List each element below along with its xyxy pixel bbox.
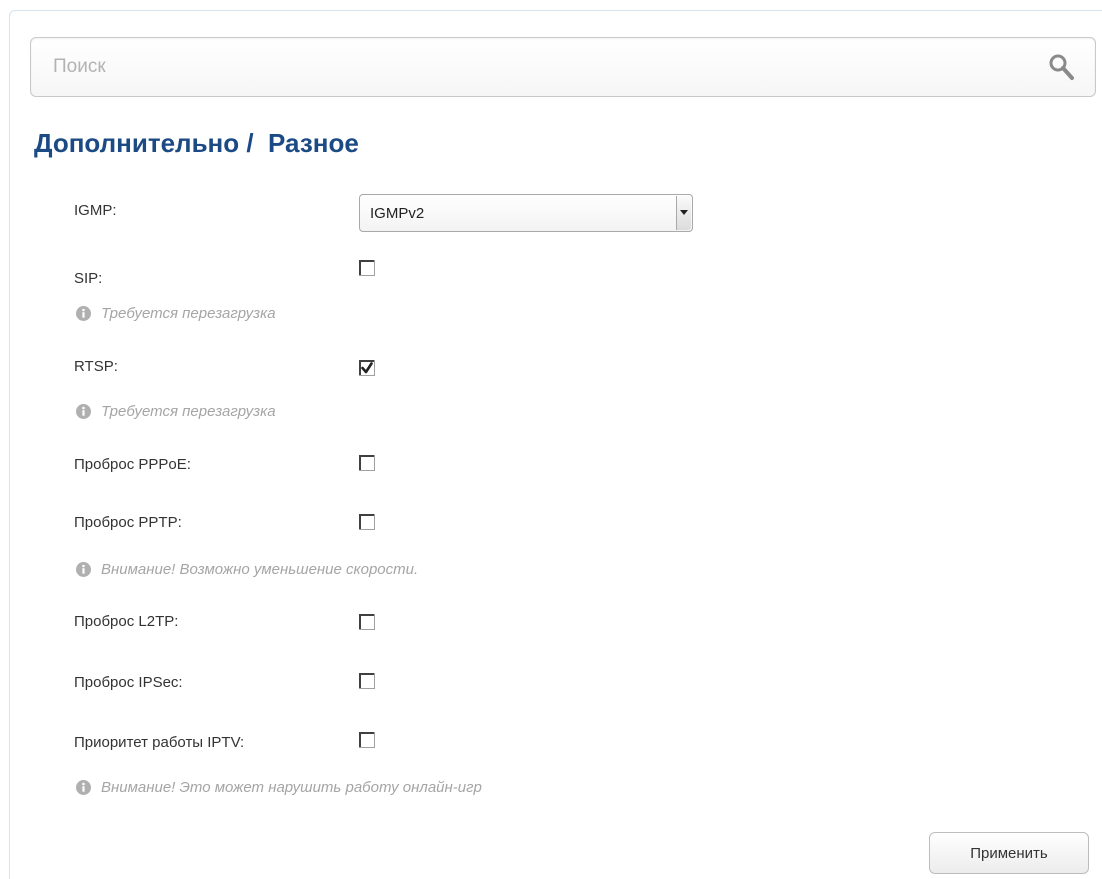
pptp-hint-text: Внимание! Возможно уменьшение скорости. [101, 561, 419, 578]
info-icon [76, 562, 91, 577]
ipsec-checkbox[interactable] [359, 673, 375, 689]
l2tp-checkbox[interactable] [359, 614, 375, 630]
sip-hint-text: Требуется перезагрузка [101, 305, 276, 322]
iptv-hint: Внимание! Это может нарушить работу онла… [76, 779, 482, 796]
igmp-select-value: IGMPv2 [370, 205, 425, 222]
l2tp-label: Проброс L2TP: [74, 613, 179, 630]
iptv-hint-text: Внимание! Это может нарушить работу онла… [101, 779, 482, 796]
pppoe-label: Проброс PPPoE: [74, 456, 191, 473]
search-icon[interactable] [1045, 51, 1079, 85]
ipsec-label: Проброс IPSec: [74, 674, 183, 691]
page-title: Дополнительно / Разное [34, 128, 359, 158]
dropdown-arrow[interactable] [676, 196, 691, 230]
pptp-hint: Внимание! Возможно уменьшение скорости. [76, 561, 418, 578]
igmp-label: IGMP: [74, 202, 117, 219]
info-icon [76, 780, 91, 795]
info-icon [76, 306, 91, 321]
rtsp-hint-text: Требуется перезагрузка [101, 403, 276, 420]
search-box[interactable] [30, 37, 1096, 97]
pptp-checkbox[interactable] [359, 514, 375, 530]
apply-button[interactable]: Применить [929, 832, 1089, 874]
sip-label: SIP: [74, 270, 103, 287]
info-icon [76, 404, 91, 419]
igmp-select[interactable]: IGMPv2 [359, 194, 693, 232]
iptv-label: Приоритет работы IPTV: [74, 734, 245, 751]
rtsp-checkbox[interactable] [359, 360, 375, 376]
search-input[interactable] [31, 38, 1053, 96]
rtsp-label: RTSP: [74, 358, 118, 375]
iptv-checkbox[interactable] [359, 732, 375, 748]
sip-hint: Требуется перезагрузка [76, 305, 276, 322]
rtsp-hint: Требуется перезагрузка [76, 403, 276, 420]
chevron-down-icon [680, 210, 688, 215]
pptp-label: Проброс PPTP: [74, 514, 182, 531]
pppoe-checkbox[interactable] [359, 455, 375, 471]
sip-checkbox[interactable] [359, 260, 375, 276]
